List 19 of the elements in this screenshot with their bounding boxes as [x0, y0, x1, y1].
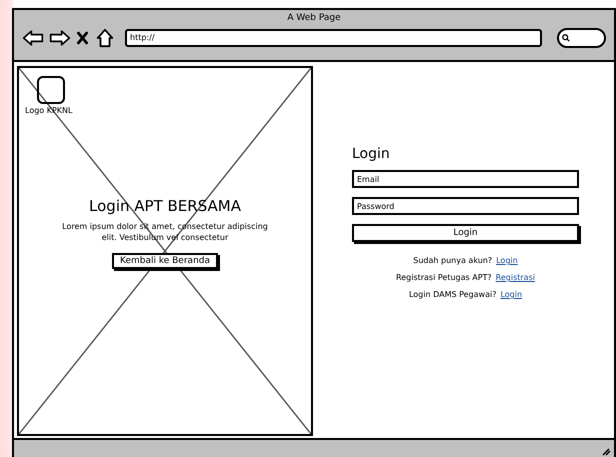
- link-prompt: Login DAMS Pegawai?: [408, 290, 496, 299]
- input-field[interactable]: Email: [352, 170, 579, 188]
- link[interactable]: Login: [500, 290, 522, 299]
- logo-icon: [37, 76, 65, 104]
- search-field[interactable]: [557, 28, 606, 48]
- home-button[interactable]: Kembali ke Beranda: [112, 253, 218, 269]
- link-prompt: Sudah punya akun?: [413, 256, 492, 265]
- home-icon[interactable]: [94, 28, 116, 48]
- address-field[interactable]: http://: [125, 29, 542, 47]
- input-field[interactable]: Password: [352, 197, 579, 215]
- login-button[interactable]: Login: [352, 224, 579, 242]
- forward-icon[interactable]: [49, 28, 71, 48]
- link[interactable]: Registrasi: [496, 273, 535, 282]
- login-title: Login: [352, 146, 391, 162]
- link-prompt: Registrasi Petugas APT?: [396, 273, 492, 282]
- window-title: A Web Page: [286, 12, 342, 23]
- link[interactable]: Login: [496, 256, 518, 265]
- search-icon: [562, 34, 570, 42]
- back-icon[interactable]: [22, 28, 44, 48]
